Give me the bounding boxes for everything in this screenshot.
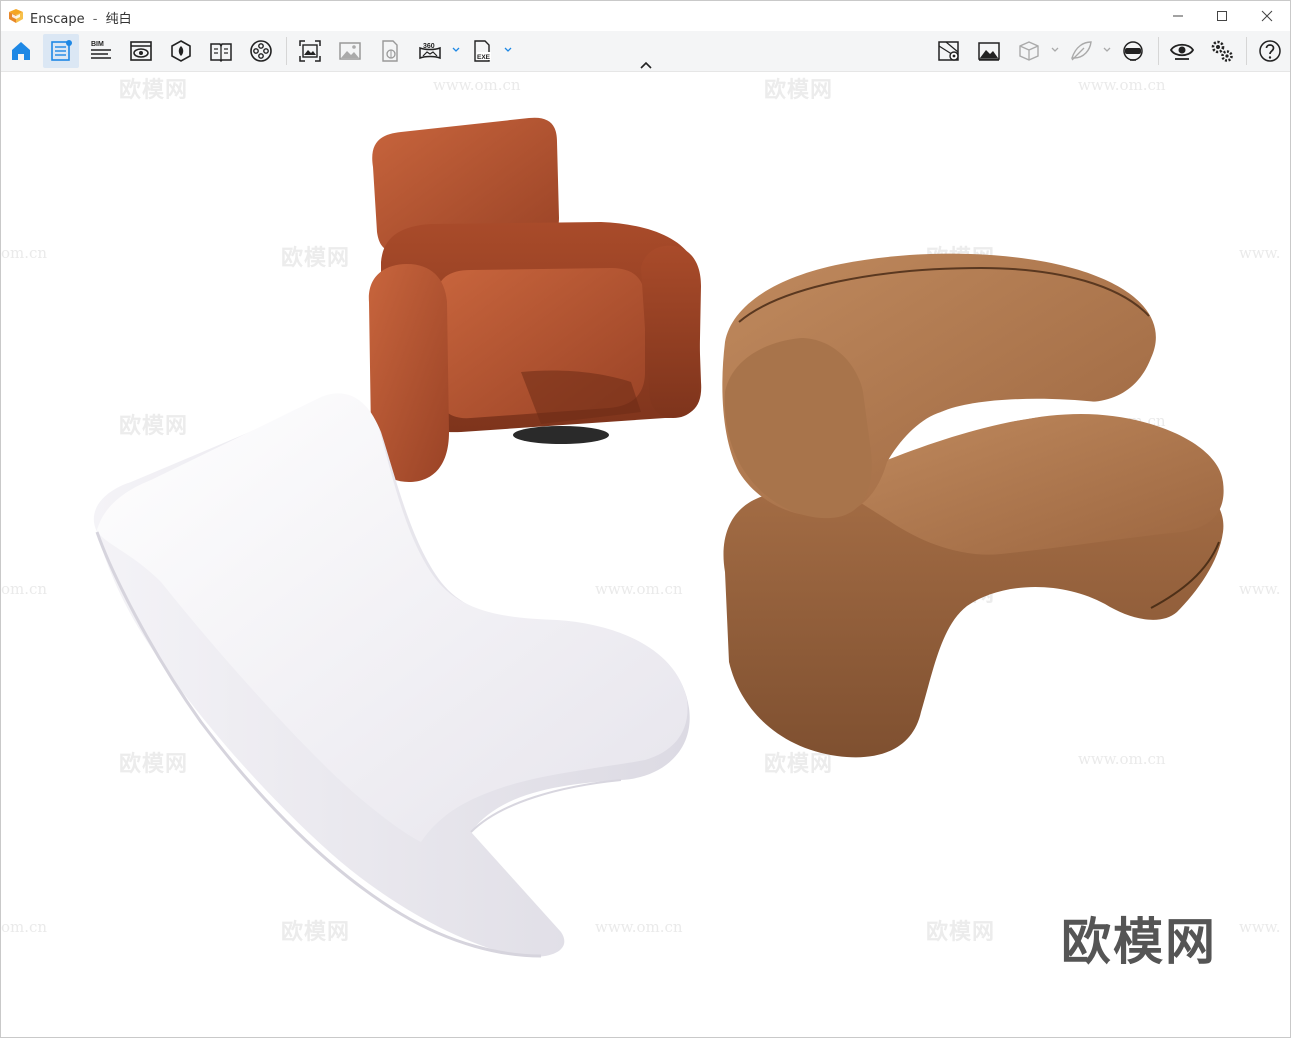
object-mode-button[interactable] — [1011, 34, 1059, 68]
scene-render — [93, 117, 1224, 958]
file-export-icon — [382, 40, 398, 62]
view-list-icon — [51, 40, 72, 61]
asset-library-button[interactable] — [163, 34, 199, 68]
chevron-down-icon[interactable] — [452, 46, 460, 54]
title-bar: Enscape - 纯白 — [1, 1, 1290, 31]
toolbar-separator — [1158, 37, 1159, 65]
eye-icon — [1169, 43, 1195, 60]
home-icon — [12, 42, 30, 60]
vr-headset-icon — [1123, 41, 1143, 61]
maximize-button[interactable] — [1199, 1, 1245, 31]
enscape-logo-icon — [9, 9, 23, 23]
book-icon — [210, 43, 232, 63]
atmosphere-button[interactable] — [971, 34, 1007, 68]
light-view-button[interactable] — [1063, 34, 1111, 68]
render-viewport[interactable]: 欧模网 www.om.cn 欧模网 www.om.cn om.cn 欧模网 ww… — [1, 72, 1290, 1037]
gears-icon — [1211, 40, 1233, 62]
minimize-icon — [1173, 15, 1183, 17]
window-title: Enscape - 纯白 — [30, 8, 132, 27]
cube-icon — [1019, 41, 1039, 61]
landscape-icon — [978, 42, 1000, 61]
panorama-button[interactable]: 360 — [412, 34, 460, 68]
chevron-down-icon[interactable] — [1103, 46, 1111, 54]
screenshot-icon — [299, 40, 321, 62]
home-button[interactable] — [3, 34, 39, 68]
maximize-icon — [1217, 11, 1227, 21]
feather-icon — [1071, 41, 1092, 61]
white-wave-chair — [93, 393, 690, 958]
asset-library-icon — [171, 40, 191, 62]
exe-label: EXE — [477, 54, 491, 61]
toolbar-separator — [1246, 37, 1247, 65]
help-button[interactable] — [1252, 34, 1288, 68]
visual-settings-button[interactable] — [123, 34, 159, 68]
bim-icon: BIM — [91, 41, 111, 59]
bim-label: BIM — [91, 41, 104, 48]
film-reel-icon — [250, 40, 272, 62]
panorama-icon: 360 — [419, 43, 441, 60]
eye-monitor-icon — [130, 41, 152, 61]
chevron-down-icon[interactable] — [1051, 46, 1059, 54]
exe-export-button[interactable]: EXE — [464, 34, 512, 68]
help-icon — [1259, 40, 1281, 62]
site-context-button[interactable] — [931, 34, 967, 68]
collapse-toolbar-icon[interactable] — [637, 59, 655, 71]
screenshot-button[interactable] — [292, 34, 328, 68]
close-button[interactable] — [1244, 1, 1290, 31]
batch-render-button[interactable] — [332, 34, 368, 68]
web-standalone-button[interactable] — [372, 34, 408, 68]
document-name: 纯白 — [105, 12, 132, 27]
material-editor-button[interactable] — [203, 34, 239, 68]
views-button[interactable] — [43, 34, 79, 68]
toolbar-separator — [286, 37, 287, 65]
title-separator: - — [92, 12, 98, 27]
watermark-brand-large: 欧模网 — [1061, 913, 1217, 971]
enscape-window: Enscape - 纯白 BIM 360 EXE 欧模网 www.om.cn 欧… — [0, 0, 1291, 1038]
minimize-button[interactable] — [1155, 1, 1201, 31]
settings-button[interactable] — [1204, 34, 1240, 68]
bim-button[interactable]: BIM — [83, 34, 119, 68]
chevron-down-icon[interactable] — [504, 46, 512, 54]
exe-file-icon: EXE — [474, 40, 491, 62]
vr-headset-button[interactable] — [1115, 34, 1151, 68]
map-pin-icon — [938, 41, 959, 61]
terracotta-armchair — [368, 117, 702, 482]
image-gallery-icon — [339, 42, 361, 60]
video-editor-button[interactable] — [243, 34, 279, 68]
close-icon — [1261, 10, 1273, 22]
tan-lounge-chair — [722, 253, 1224, 758]
app-name: Enscape — [30, 12, 85, 27]
sync-view-button[interactable] — [1164, 34, 1200, 68]
